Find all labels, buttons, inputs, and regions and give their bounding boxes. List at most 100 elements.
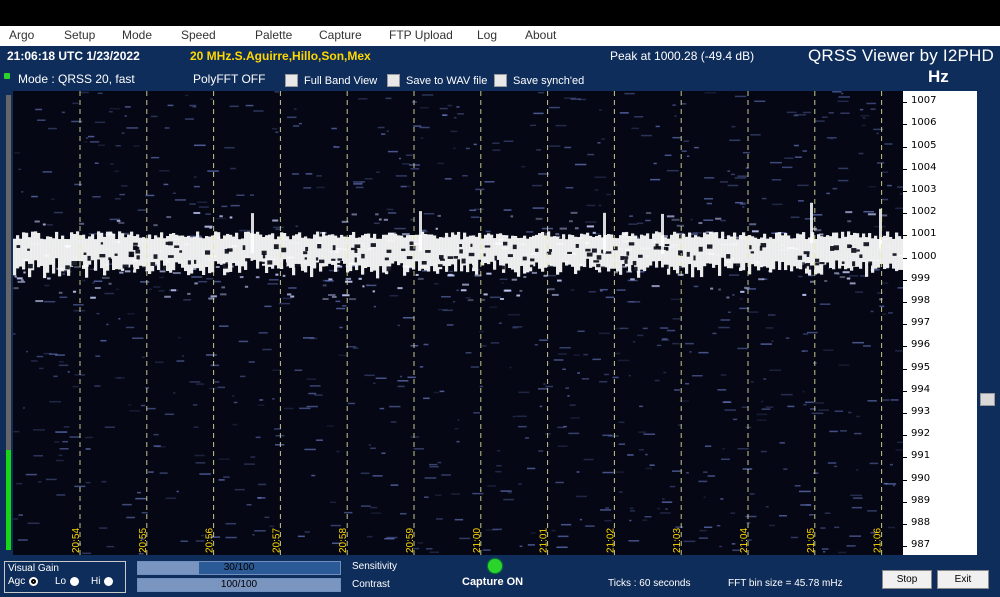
noise-streak	[176, 360, 185, 362]
signal-gap	[851, 248, 857, 253]
noise-streak	[568, 432, 580, 435]
noise-streak	[830, 138, 833, 140]
noise-streak	[372, 475, 383, 477]
signal-trace	[112, 233, 116, 271]
noise-streak	[672, 136, 682, 139]
noise-streak	[895, 350, 903, 352]
signal-trace	[886, 231, 890, 269]
noise-streak	[122, 503, 132, 506]
radio-icon[interactable]	[29, 577, 39, 586]
noise-streak	[173, 392, 176, 394]
signal-trace	[304, 236, 308, 273]
noise-streak	[846, 545, 856, 547]
signal-gap	[819, 262, 825, 265]
menu-log[interactable]: Log	[477, 28, 497, 42]
menu-setup[interactable]: Setup	[64, 28, 95, 42]
radio-icon[interactable]	[70, 577, 80, 586]
signal-gap	[261, 261, 265, 264]
noise-streak	[451, 493, 461, 495]
scale-tick	[903, 301, 907, 303]
noise-streak	[198, 280, 208, 283]
noise-streak	[828, 112, 834, 114]
signal-gap	[596, 255, 602, 260]
scrollbar-thumb[interactable]	[980, 393, 995, 406]
signal-trace	[712, 232, 716, 268]
contrast-slider[interactable]: 100/100	[137, 578, 341, 592]
menu-speed[interactable]: Speed	[181, 28, 216, 42]
signal-trace	[889, 236, 893, 264]
save-wav-checkbox[interactable]: Save to WAV file	[387, 74, 487, 87]
menu-capture[interactable]: Capture	[319, 28, 362, 42]
noise-streak	[533, 112, 544, 115]
signal-trace	[169, 233, 173, 273]
noise-streak	[207, 170, 219, 172]
radio-icon[interactable]	[104, 577, 114, 586]
noise-streak	[823, 349, 834, 351]
save-synched-checkbox[interactable]: Save synch'ed	[494, 74, 584, 87]
signal-trace	[649, 238, 653, 266]
gain-lo-radio[interactable]: Lo	[55, 576, 80, 587]
gain-agc-radio[interactable]: Agc	[8, 576, 39, 587]
noise-streak	[214, 381, 220, 383]
sensitivity-slider[interactable]: 30/100	[137, 561, 341, 575]
signal-trace	[196, 231, 200, 269]
signal-gap	[242, 245, 246, 250]
noise-streak	[54, 441, 60, 443]
scale-tick	[903, 146, 907, 148]
signal-trace	[76, 231, 80, 261]
menu-palette[interactable]: Palette	[255, 28, 292, 42]
noise-streak	[85, 448, 91, 450]
signal-trace	[556, 236, 560, 275]
menu-ftp-upload[interactable]: FTP Upload	[389, 28, 453, 42]
noise-streak	[850, 494, 862, 497]
signal-trace	[733, 232, 737, 264]
frequency-scrollbar[interactable]	[979, 91, 996, 555]
noise-streak	[503, 140, 514, 142]
noise-streak	[662, 498, 665, 500]
noise-streak	[767, 314, 776, 316]
noise-streak	[419, 366, 424, 368]
signal-trace	[481, 238, 485, 266]
scale-tick	[903, 279, 907, 281]
noise-streak	[239, 276, 244, 279]
signal-trace	[91, 234, 95, 261]
polyfft-status[interactable]: PolyFFT OFF	[193, 72, 265, 86]
noise-streak	[192, 404, 198, 406]
noise-streak	[79, 374, 85, 376]
noise-streak	[820, 527, 826, 529]
noise-streak	[210, 364, 220, 367]
full-band-view-label: Full Band View	[304, 74, 378, 87]
scale-label: 996	[911, 339, 931, 351]
full-band-view-checkbox[interactable]: Full Band View	[285, 74, 377, 87]
menu-mode[interactable]: Mode	[122, 28, 152, 42]
signal-trace	[505, 235, 509, 264]
noise-streak	[536, 149, 542, 151]
noise-streak	[855, 469, 859, 471]
signal-trace	[718, 238, 722, 276]
noise-streak	[258, 483, 267, 486]
exit-button[interactable]: Exit	[937, 570, 989, 589]
noise-streak	[895, 449, 903, 451]
noise-streak	[96, 312, 100, 315]
gain-hi-radio[interactable]: Hi	[91, 576, 114, 587]
signal-trace	[706, 234, 710, 264]
noise-streak	[790, 536, 799, 539]
menu-about[interactable]: About	[525, 28, 556, 42]
signal-gap	[626, 251, 630, 256]
noise-streak	[760, 450, 767, 453]
noise-streak	[460, 289, 467, 292]
signal-trace	[94, 239, 98, 271]
noise-streak	[309, 385, 321, 387]
checkbox-box-icon[interactable]	[387, 74, 400, 87]
noise-streak	[135, 497, 147, 500]
waterfall-display[interactable]: 20:54 20:55 20:56 20:57 20:58 20:59 21:00 21:01…	[13, 91, 903, 555]
signal-trace	[217, 232, 221, 264]
scale-label: 998	[911, 294, 931, 306]
checkbox-box-icon[interactable]	[285, 74, 298, 87]
menu-argo[interactable]: Argo	[9, 28, 34, 42]
signal-trace	[754, 237, 758, 267]
checkbox-box-icon[interactable]	[494, 74, 507, 87]
noise-streak	[449, 270, 454, 273]
noise-streak	[370, 447, 376, 450]
stop-button[interactable]: Stop	[882, 570, 932, 589]
